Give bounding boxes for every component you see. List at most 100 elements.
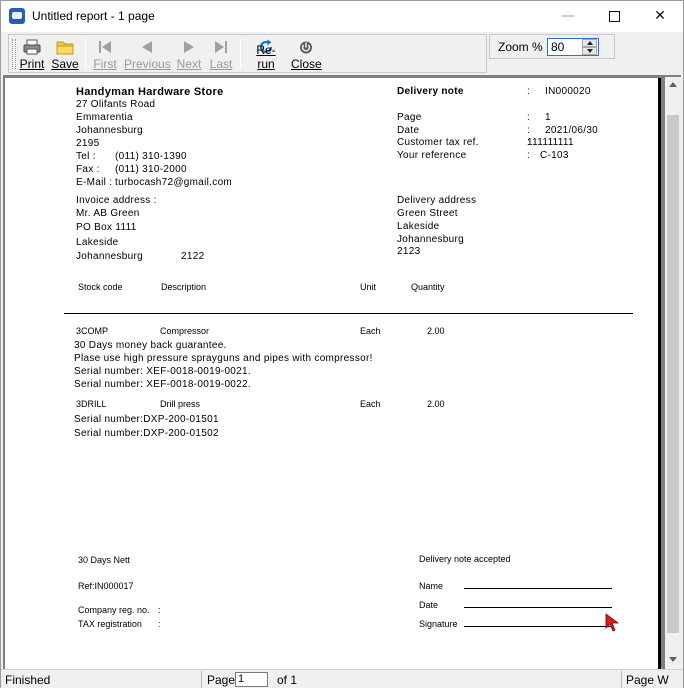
item-code: 3DRILL	[76, 399, 107, 409]
toolbar-separator	[240, 39, 241, 69]
colon: :	[158, 619, 161, 629]
company-name: Handyman Hardware Store	[76, 86, 224, 98]
maximize-icon	[608, 11, 620, 22]
page-number-input[interactable]: 1	[235, 672, 268, 687]
company-address-1: 27 Olifants Road	[76, 99, 156, 110]
last-label: Last	[209, 57, 233, 71]
report-page: Handyman Hardware Store 27 Olifants Road…	[5, 78, 661, 669]
mouse-pointer-icon	[605, 613, 620, 632]
company-city: Johannesburg	[76, 125, 143, 136]
delivery-address-line: Lakeside	[397, 221, 440, 232]
invoice-address-label: Invoice address :	[76, 195, 157, 206]
power-icon	[300, 41, 312, 54]
tel-label: Tel :	[76, 151, 96, 162]
payment-terms: 30 Days Nett	[78, 555, 131, 565]
column-description: Description	[161, 282, 207, 292]
item-code: 3COMP	[76, 326, 109, 336]
signature-line	[464, 626, 612, 627]
item-unit: Each	[360, 399, 381, 409]
company-reg-label: Company reg. no.	[78, 605, 150, 615]
column-quantity: Quantity	[411, 282, 445, 292]
report-preview-window: Untitled report - 1 page — ✕ Print Save	[0, 0, 684, 688]
tax-ref-value: 111111111	[527, 137, 574, 148]
fax-label: Fax :	[76, 164, 100, 175]
zoom-spinner[interactable]	[582, 39, 597, 55]
maximize-button[interactable]	[591, 1, 637, 32]
next-page-button[interactable]: Next	[176, 37, 202, 71]
header-divider	[64, 313, 633, 314]
item-note: Plase use high pressure sprayguns and pi…	[74, 353, 373, 364]
previous-page-icon	[142, 41, 152, 53]
email-label: E-Mail :	[76, 177, 113, 188]
zoom-toolbar: Zoom % : 80	[489, 34, 615, 59]
colon: :	[527, 112, 531, 123]
invoice-address-line: Mr. AB Green	[76, 208, 140, 219]
last-page-icon	[215, 41, 227, 53]
delivery-address-label: Delivery address	[397, 195, 477, 206]
your-reference-label: Your reference	[397, 150, 467, 161]
rerun-label: Re-run	[256, 43, 276, 71]
report-viewport: Handyman Hardware Store 27 Olifants Road…	[3, 75, 681, 669]
item-unit: Each	[360, 326, 381, 336]
print-button[interactable]: Print	[18, 37, 46, 71]
date-line	[464, 607, 612, 608]
doc-type-label: Delivery note	[397, 86, 464, 97]
next-label: Next	[176, 57, 202, 71]
window-title: Untitled report - 1 page	[32, 9, 155, 23]
colon: :	[527, 86, 531, 97]
date-sign-label: Date	[419, 600, 439, 610]
minimize-button[interactable]: —	[545, 1, 591, 32]
page-width-label: Page W	[626, 673, 669, 687]
delivery-address-line: Green Street	[397, 208, 458, 219]
close-label: Close	[291, 57, 322, 71]
colon: :	[527, 125, 531, 136]
tel-value: (011) 310-1390	[115, 151, 187, 162]
title-bar: Untitled report - 1 page — ✕	[1, 1, 683, 32]
status-bar: Finished Page 1 of 1 Page W	[1, 669, 683, 688]
rerun-button[interactable]: Re-run	[249, 37, 283, 71]
zoom-down-icon[interactable]	[582, 47, 597, 55]
tax-registration-label: TAX registration	[78, 619, 142, 629]
printer-icon	[23, 39, 41, 55]
scroll-up-icon[interactable]	[669, 82, 677, 87]
close-window-button[interactable]: ✕	[637, 1, 683, 32]
date-value: 2021/06/30	[545, 125, 599, 136]
toolbar-grip[interactable]	[12, 39, 16, 69]
column-unit: Unit	[360, 282, 377, 292]
last-page-button[interactable]: Last	[208, 37, 234, 71]
item-description: Drill press	[160, 399, 201, 409]
folder-icon	[56, 41, 74, 55]
first-page-button[interactable]: First	[92, 37, 118, 71]
save-button[interactable]: Save	[50, 37, 80, 71]
column-stock-code: Stock code	[78, 282, 123, 292]
status-text: Finished	[5, 673, 51, 687]
name-label: Name	[419, 581, 444, 591]
save-label: Save	[51, 57, 79, 71]
first-label: First	[93, 57, 117, 71]
vertical-scrollbar[interactable]	[665, 77, 681, 669]
tax-ref-label: Customer tax ref.	[397, 137, 479, 148]
zoom-up-icon[interactable]	[582, 39, 597, 47]
delivery-accepted-label: Delivery note accepted	[419, 554, 511, 564]
toolbar-separator	[85, 39, 86, 69]
scroll-down-icon[interactable]	[669, 657, 677, 662]
close-report-button[interactable]: Close	[291, 37, 322, 71]
status-page-count: of 1	[277, 673, 298, 687]
signature-label: Signature	[419, 619, 458, 629]
scroll-thumb[interactable]	[667, 115, 679, 633]
toolbar: Print Save First Previous Next Last Re-r…	[8, 34, 487, 73]
colon: :	[527, 150, 531, 161]
fax-value: (011) 310-2000	[115, 164, 187, 175]
invoice-address-line: Johannesburg	[76, 251, 143, 262]
previous-label: Previous	[124, 57, 171, 71]
footer-ref: Ref:IN000017	[78, 581, 134, 591]
date-label: Date	[397, 125, 420, 136]
page-value: 1	[545, 112, 551, 123]
app-icon	[9, 8, 25, 24]
doc-number: IN000020	[545, 86, 591, 97]
item-note: Serial number: XEF-0018-0019-0022.	[74, 379, 251, 390]
previous-page-button[interactable]: Previous	[124, 37, 171, 71]
email-value: turbocash72@gmail.com	[115, 177, 233, 188]
next-page-icon	[184, 41, 194, 53]
invoice-postcode: 2122	[181, 251, 205, 262]
